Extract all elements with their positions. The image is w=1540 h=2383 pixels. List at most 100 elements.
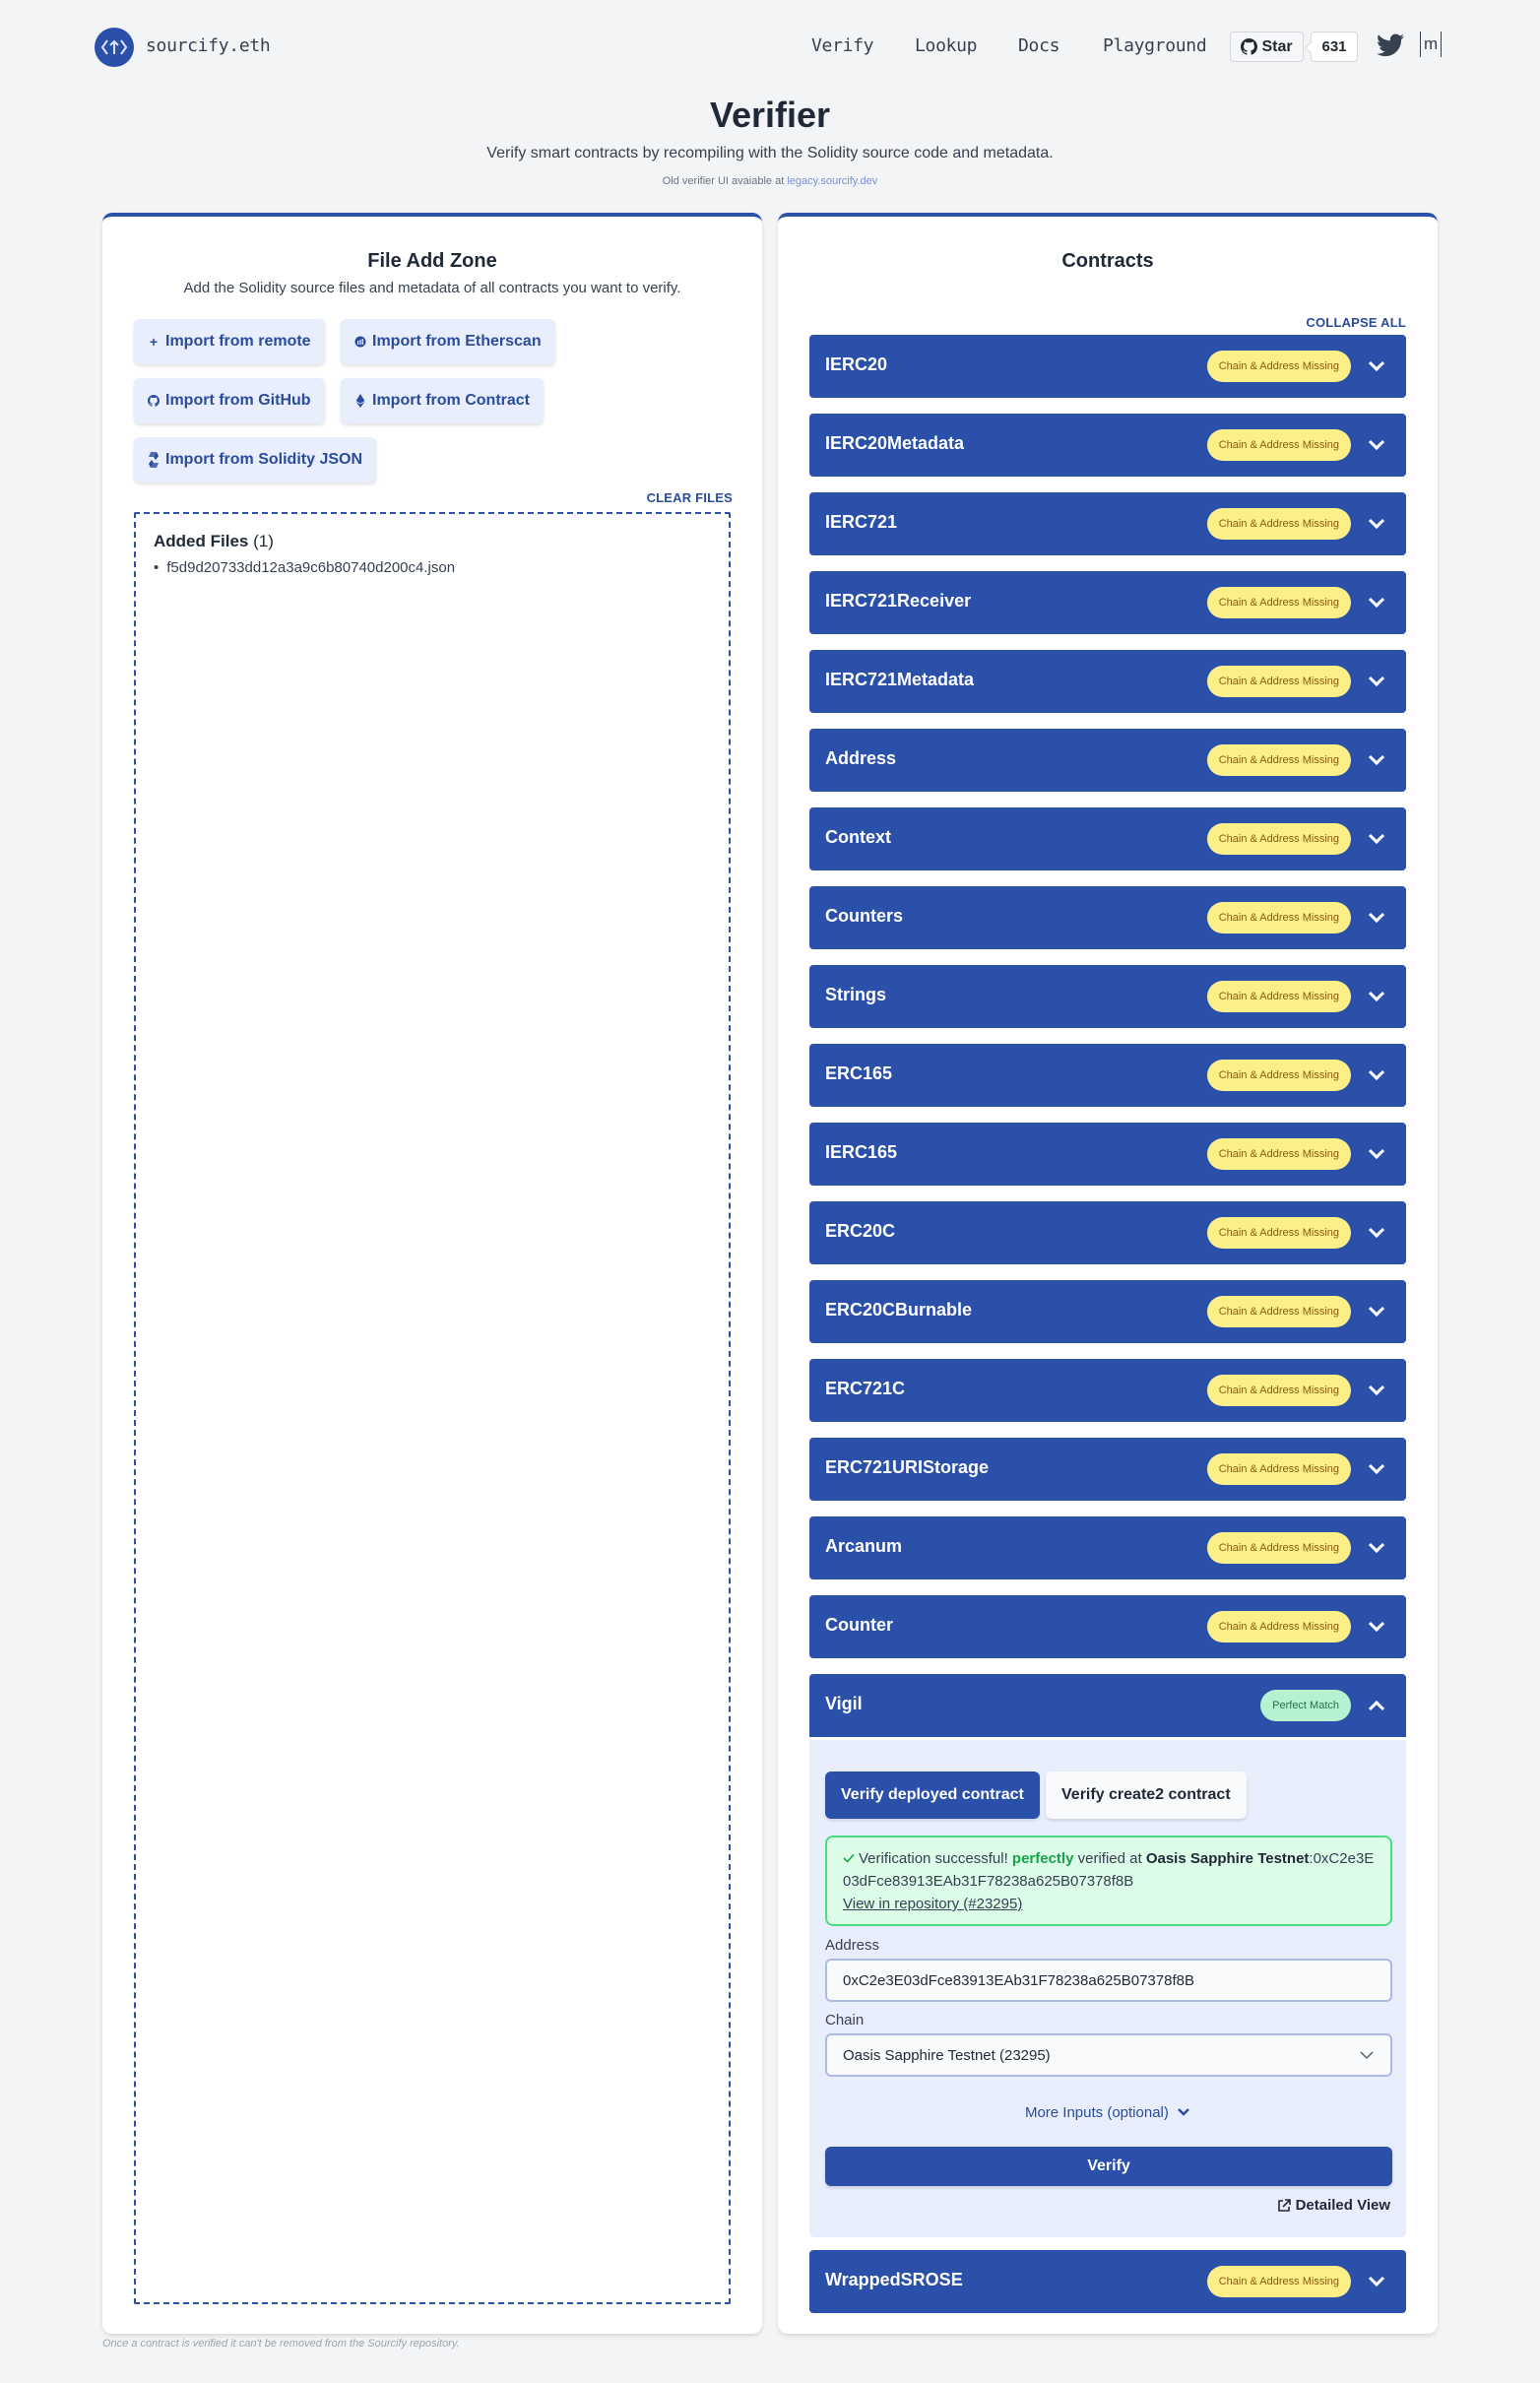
detailed-view-label: Detailed View [1295,2197,1390,2214]
status-badge: Chain & Address Missing [1206,744,1351,776]
contract-name: Counter [825,1615,893,1635]
chevron-down-icon[interactable] [1367,1144,1386,1164]
nav-playground[interactable]: Playground [1103,35,1207,56]
vigil-contract-details: Verify deployed contract Verify create2 … [809,1740,1406,2237]
github-icon [148,395,160,407]
verification-success-alert: Verification successful! perfectly verif… [825,1836,1392,1926]
import-from-etherscan-button[interactable]: Import from Etherscan [341,319,555,364]
import-label: Import from Contract [372,392,530,409]
page-title: Verifier [709,95,831,135]
chevron-down-icon[interactable] [1367,514,1386,534]
match-type: perfectly [1011,1850,1074,1867]
contract-name: Arcanum [825,1536,903,1556]
chevron-down-icon[interactable] [1367,435,1386,455]
contract-row[interactable]: Context Chain & Address Missing [809,807,1406,870]
file-list-item: f5d9d20733dd12a3a9c6b80740d200c4.json [154,559,455,576]
twitter-icon [1377,33,1404,57]
collapse-all-button[interactable]: COLLAPSE ALL [1306,315,1406,330]
status-badge: Chain & Address Missing [1206,1453,1351,1485]
legacy-link[interactable]: legacy.sourcify.dev [787,175,877,187]
contract-row[interactable]: Vigil Perfect Match [809,1674,1406,1737]
chevron-up-icon[interactable] [1367,1696,1386,1715]
status-badge: Chain & Address Missing [1206,351,1351,382]
github-star-count[interactable]: 631 [1311,32,1358,62]
added-files-heading: Added Files (1) [154,532,274,551]
success-prefix: Verification successful! [859,1850,1012,1867]
chevron-down-icon[interactable] [1367,593,1386,612]
github-star-button[interactable]: Star [1230,32,1304,62]
chevron-down-icon[interactable] [1367,356,1386,376]
nav-docs[interactable]: Docs [1018,35,1059,56]
chevron-down-icon[interactable] [1367,1538,1386,1558]
matrix-link[interactable]: m [1420,32,1443,57]
legacy-notice: Old verifier UI avaiable at legacy.sourc… [0,175,1540,187]
chevron-down-icon[interactable] [1367,2272,1386,2291]
contract-row[interactable]: Address Chain & Address Missing [809,729,1406,792]
contracts-title: Contracts [1061,250,1154,272]
contract-name: Strings [825,985,887,1004]
sourcify-logo[interactable] [95,28,134,67]
plus-icon: + [149,334,159,350]
verify-create2-tab[interactable]: Verify create2 contract [1046,1771,1247,1819]
chain-select[interactable]: Oasis Sapphire Testnet (23295) [825,2033,1392,2077]
verify-deployed-tab[interactable]: Verify deployed contract [825,1771,1040,1819]
import-from-contract-button[interactable]: Import from Contract [341,378,544,423]
chevron-down-icon[interactable] [1367,1617,1386,1637]
contract-row[interactable]: Counters Chain & Address Missing [809,886,1406,949]
contract-row[interactable]: IERC165 Chain & Address Missing [809,1123,1406,1186]
contract-name: ERC721URIStorage [825,1457,990,1477]
address-value: 0xC2e3E03dFce83913EAb31F78238a625B07378f… [843,1971,1194,1989]
contract-row[interactable]: WrappedSROSE Chain & Address Missing [809,2250,1406,2313]
etherscan-icon [354,336,366,348]
file-add-zone-description: Add the Solidity source files and metada… [183,280,681,296]
chevron-down-icon[interactable] [1367,1223,1386,1243]
contract-row[interactable]: ERC20CBurnable Chain & Address Missing [809,1280,1406,1343]
top-nav: sourcify.eth Verify Lookup Docs Playgrou… [0,0,1540,95]
contract-row[interactable]: ERC721C Chain & Address Missing [809,1359,1406,1422]
added-files-label: Added Files [154,532,249,550]
import-from-github-button[interactable]: Import from GitHub [134,378,325,423]
status-badge: Chain & Address Missing [1206,587,1351,618]
contract-row[interactable]: Counter Chain & Address Missing [809,1595,1406,1658]
verify-button[interactable]: Verify [825,2147,1392,2186]
chevron-down-icon[interactable] [1367,1381,1386,1400]
detailed-view-link[interactable]: Detailed View [1277,2197,1390,2214]
status-badge: Chain & Address Missing [1206,1375,1351,1406]
chevron-down-icon[interactable] [1367,908,1386,928]
contract-name: Counters [825,906,904,926]
brand-name[interactable]: sourcify.eth [146,35,271,56]
chevron-down-icon[interactable] [1367,1302,1386,1321]
contract-row[interactable]: Arcanum Chain & Address Missing [809,1516,1406,1579]
view-in-repository-link[interactable]: View in repository (#23295) [843,1896,1022,1912]
status-badge: Chain & Address Missing [1206,902,1351,934]
status-badge: Perfect Match [1260,1690,1351,1721]
contract-row[interactable]: IERC20 Chain & Address Missing [809,335,1406,398]
chevron-down-icon[interactable] [1367,1065,1386,1085]
footer-note: Once a contract is verified it can't be … [102,2338,460,2350]
twitter-link[interactable] [1377,33,1404,62]
file-drop-zone[interactable]: Added Files (1) f5d9d20733dd12a3a9c6b807… [134,512,731,2304]
contract-name: IERC20 [825,354,888,374]
chevron-down-icon[interactable] [1367,1459,1386,1479]
chevron-down-icon[interactable] [1367,987,1386,1006]
contract-row[interactable]: IERC20Metadata Chain & Address Missing [809,414,1406,477]
more-inputs-toggle[interactable]: More Inputs (optional) [809,2104,1406,2121]
contract-row[interactable]: IERC721 Chain & Address Missing [809,492,1406,555]
import-from-remote-button[interactable]: + Import from remote [134,319,325,364]
contract-row[interactable]: ERC165 Chain & Address Missing [809,1044,1406,1107]
chevron-down-icon[interactable] [1367,672,1386,691]
contract-row[interactable]: ERC20C Chain & Address Missing [809,1201,1406,1264]
contract-row[interactable]: Strings Chain & Address Missing [809,965,1406,1028]
page-subtitle: Verify smart contracts by recompiling wi… [486,145,1054,161]
nav-verify[interactable]: Verify [811,35,874,56]
chevron-down-icon[interactable] [1367,750,1386,770]
contract-row[interactable]: ERC721URIStorage Chain & Address Missing [809,1438,1406,1501]
clear-files-button[interactable]: CLEAR FILES [647,490,733,505]
address-input[interactable]: 0xC2e3E03dFce83913EAb31F78238a625B07378f… [825,1959,1392,2002]
added-files-count: (1) [253,532,274,550]
chevron-down-icon[interactable] [1367,829,1386,849]
contract-row[interactable]: IERC721Receiver Chain & Address Missing [809,571,1406,634]
import-from-solidity-json-button[interactable]: Import from Solidity JSON [134,437,377,483]
nav-lookup[interactable]: Lookup [915,35,978,56]
contract-row[interactable]: IERC721Metadata Chain & Address Missing [809,650,1406,713]
